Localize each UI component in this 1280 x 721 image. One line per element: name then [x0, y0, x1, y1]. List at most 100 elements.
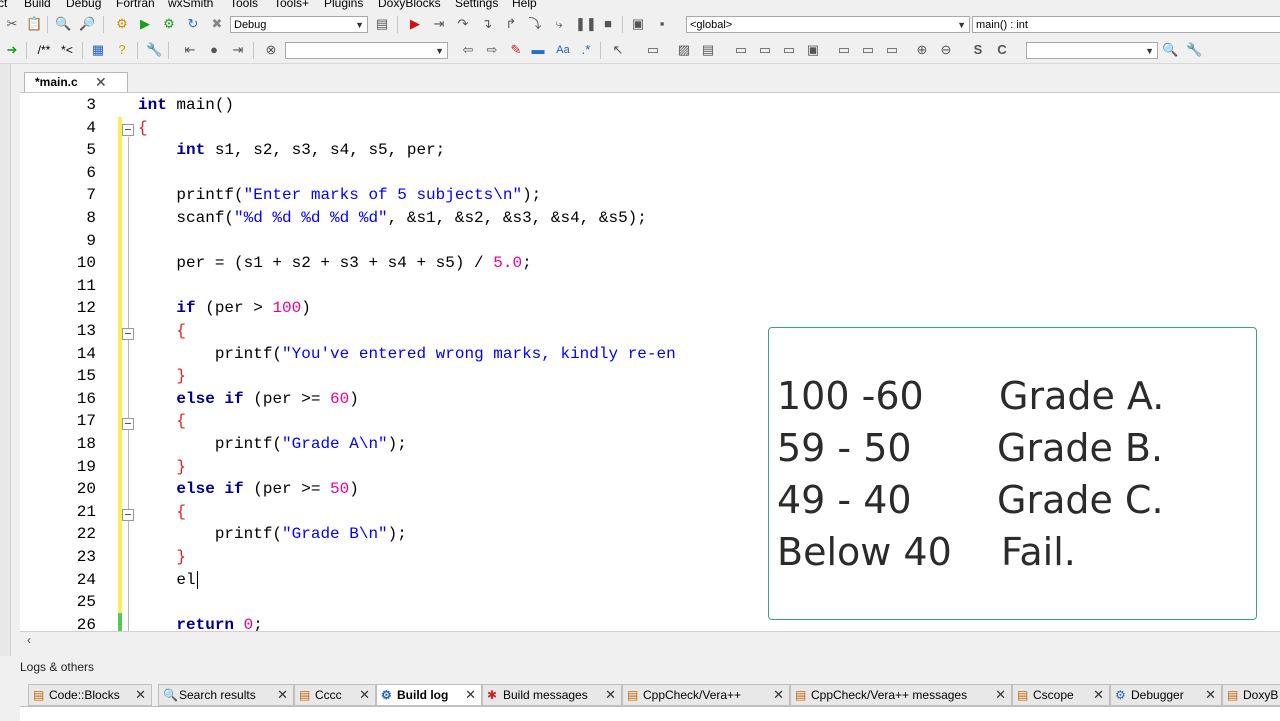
menu-settings[interactable]: Settings [455, 0, 498, 10]
debug-start-icon[interactable]: ▶ [407, 16, 423, 32]
code-line[interactable]: 10 per = (s1 + s2 + s3 + s4 + s5) / 5.0; [20, 253, 1280, 275]
match-case-icon[interactable]: Aa [553, 42, 573, 58]
jump-back-icon[interactable]: ⇤ [182, 42, 198, 58]
rectangle-icon[interactable]: ▭ [645, 42, 661, 58]
close-icon[interactable]: ✕ [1093, 685, 1104, 705]
instruction-icon[interactable]: ▭ [733, 42, 749, 58]
continue-icon[interactable]: ▭ [860, 42, 876, 58]
close-icon[interactable]: ✕ [359, 685, 370, 705]
menu-tools[interactable]: Tools [230, 0, 258, 10]
close-icon[interactable]: ✕ [605, 685, 616, 705]
abort-icon[interactable]: ✖ [209, 16, 225, 32]
close-icon[interactable]: ✕ [95, 74, 107, 91]
build-target-select[interactable]: Debug ▼ [230, 16, 368, 33]
settings-wrench-icon[interactable]: 🔧 [1186, 42, 1202, 58]
code-line[interactable]: 9 [20, 231, 1280, 253]
highlight-icon[interactable]: ✎ [508, 42, 524, 58]
switch-icon[interactable]: ▣ [805, 42, 821, 58]
return-icon[interactable]: ▭ [884, 42, 900, 58]
tab-doxyblocks[interactable]: ▤ DoxyB [1222, 684, 1280, 706]
break-icon[interactable]: ▭ [836, 42, 852, 58]
step-out-icon[interactable]: ↱ [503, 16, 519, 32]
cpp-icon[interactable]: C [994, 42, 1010, 58]
rebuild-icon[interactable]: ↻ [185, 16, 201, 32]
tab-main-c[interactable]: *main.c ✕ [24, 72, 128, 92]
tab-cscope[interactable]: ▤ Cscope ✕ [1012, 684, 1110, 706]
tab-cccc[interactable]: ▤ Cccc ✕ [294, 684, 376, 706]
next-line-icon[interactable]: ↷ [455, 16, 471, 32]
menu-plugins[interactable]: Plugins [324, 0, 363, 10]
doxy-inline-comment-button[interactable]: *< [58, 42, 76, 58]
search-icon[interactable]: 🔍 [1162, 42, 1178, 58]
symbol-search-input[interactable]: ▼ [1026, 42, 1158, 59]
doxy-comment-button[interactable]: /** [32, 42, 56, 58]
close-icon[interactable]: ✕ [135, 685, 146, 705]
clear-icon[interactable]: ⊗ [263, 42, 279, 58]
tab-cppcheck-vera[interactable]: ▤ CppCheck/Vera++ ✕ [622, 684, 790, 706]
code-line[interactable]: 12 if (per > 100) [20, 298, 1280, 320]
next-instruction-icon[interactable]: ⤵ [527, 16, 543, 32]
close-icon[interactable]: ✕ [1205, 685, 1216, 705]
menu-debug[interactable]: Debug [66, 0, 101, 10]
jump-forward-icon[interactable]: ⇥ [230, 42, 246, 58]
doxywizard-icon[interactable]: ▦ [90, 42, 106, 58]
target-options-icon[interactable]: ▤ [374, 16, 390, 32]
code-line[interactable]: 5 int s1, s2, s3, s4, s5, per; [20, 140, 1280, 162]
block-icon[interactable]: ▤ [700, 42, 716, 58]
select-icon[interactable]: ↖ [610, 42, 626, 58]
close-icon[interactable]: ✕ [277, 685, 288, 705]
image-icon[interactable]: ▨ [676, 42, 692, 58]
code-line[interactable]: 11 [20, 276, 1280, 298]
tab-build-log[interactable]: ⚙ Build log ✕ [376, 684, 482, 706]
if-icon[interactable]: ▭ [757, 42, 773, 58]
arrow-right-icon[interactable]: ⇨ [484, 42, 500, 58]
code-line[interactable]: 8 scanf("%d %d %d %d %d", &s1, &s2, &s3,… [20, 208, 1280, 230]
debug-windows-icon[interactable]: ▣ [630, 16, 646, 32]
loop-icon[interactable]: ▭ [781, 42, 797, 58]
close-icon[interactable]: ✕ [773, 685, 784, 705]
code-line[interactable]: 4{ [20, 118, 1280, 140]
step-instruction-icon[interactable]: ⤷ [551, 16, 567, 32]
jump-icon[interactable]: ➜ [4, 42, 20, 58]
code-line[interactable]: 6 [20, 163, 1280, 185]
menu-fortran[interactable]: Fortran [116, 0, 155, 10]
function-select[interactable]: main() : int [972, 16, 1280, 33]
run-to-cursor-icon[interactable]: ⇥ [431, 16, 447, 32]
find-icon[interactable]: 🔍 [55, 16, 71, 32]
close-icon[interactable]: ✕ [465, 685, 476, 705]
menu-help[interactable]: Help [512, 0, 537, 10]
close-icon[interactable]: ✕ [995, 685, 1006, 705]
scope-select[interactable]: <global> ▼ [686, 16, 970, 33]
wrench-icon[interactable]: 🔧 [146, 42, 162, 58]
build-icon[interactable]: ⚙ [114, 16, 130, 32]
menu-tools-plus[interactable]: Tools+ [274, 0, 309, 10]
management-panel-edge[interactable] [0, 64, 11, 656]
menu-wxsmith[interactable]: wxSmith [168, 0, 213, 10]
stop-icon[interactable]: ■ [600, 16, 616, 32]
zoom-out-icon[interactable]: ⊖ [938, 42, 954, 58]
paste-icon[interactable]: 📋 [26, 16, 42, 32]
tab-codeblocks[interactable]: ▤ Code::Blocks ✕ [28, 684, 152, 706]
scroll-left-icon[interactable]: ‹ [27, 633, 31, 647]
tab-debugger[interactable]: ⚙ Debugger ✕ [1110, 684, 1222, 706]
tab-cppcheck-vera-messages[interactable]: ▤ CppCheck/Vera++ messages ✕ [790, 684, 1012, 706]
incremental-search-input[interactable]: ▼ [285, 42, 448, 59]
build-log-output[interactable] [20, 706, 1280, 721]
tab-build-messages[interactable]: ✱ Build messages ✕ [482, 684, 622, 706]
cut-icon[interactable]: ✂ [4, 16, 20, 32]
pause-icon[interactable]: ❚❚ [575, 16, 597, 32]
menu-project[interactable]: ct [0, 0, 7, 10]
tab-search-results[interactable]: 🔍 Search results ✕ [158, 684, 294, 706]
selected-text-icon[interactable]: ▬ [530, 42, 546, 58]
replace-icon[interactable]: 🔎 [79, 16, 95, 32]
menu-doxyblocks[interactable]: DoxyBlocks [378, 0, 441, 10]
menu-build[interactable]: Build [24, 0, 51, 10]
help-icon[interactable]: ? [114, 42, 130, 58]
regex-icon[interactable]: .* [578, 42, 594, 58]
arrow-left-icon[interactable]: ⇦ [460, 42, 476, 58]
step-into-icon[interactable]: ↴ [479, 16, 495, 32]
run-icon[interactable]: ▶ [137, 16, 153, 32]
horizontal-scrollbar[interactable]: ‹ [20, 631, 1280, 649]
various-info-icon[interactable]: ▪ [654, 16, 670, 32]
build-and-run-icon[interactable]: ⚙ [161, 16, 177, 32]
